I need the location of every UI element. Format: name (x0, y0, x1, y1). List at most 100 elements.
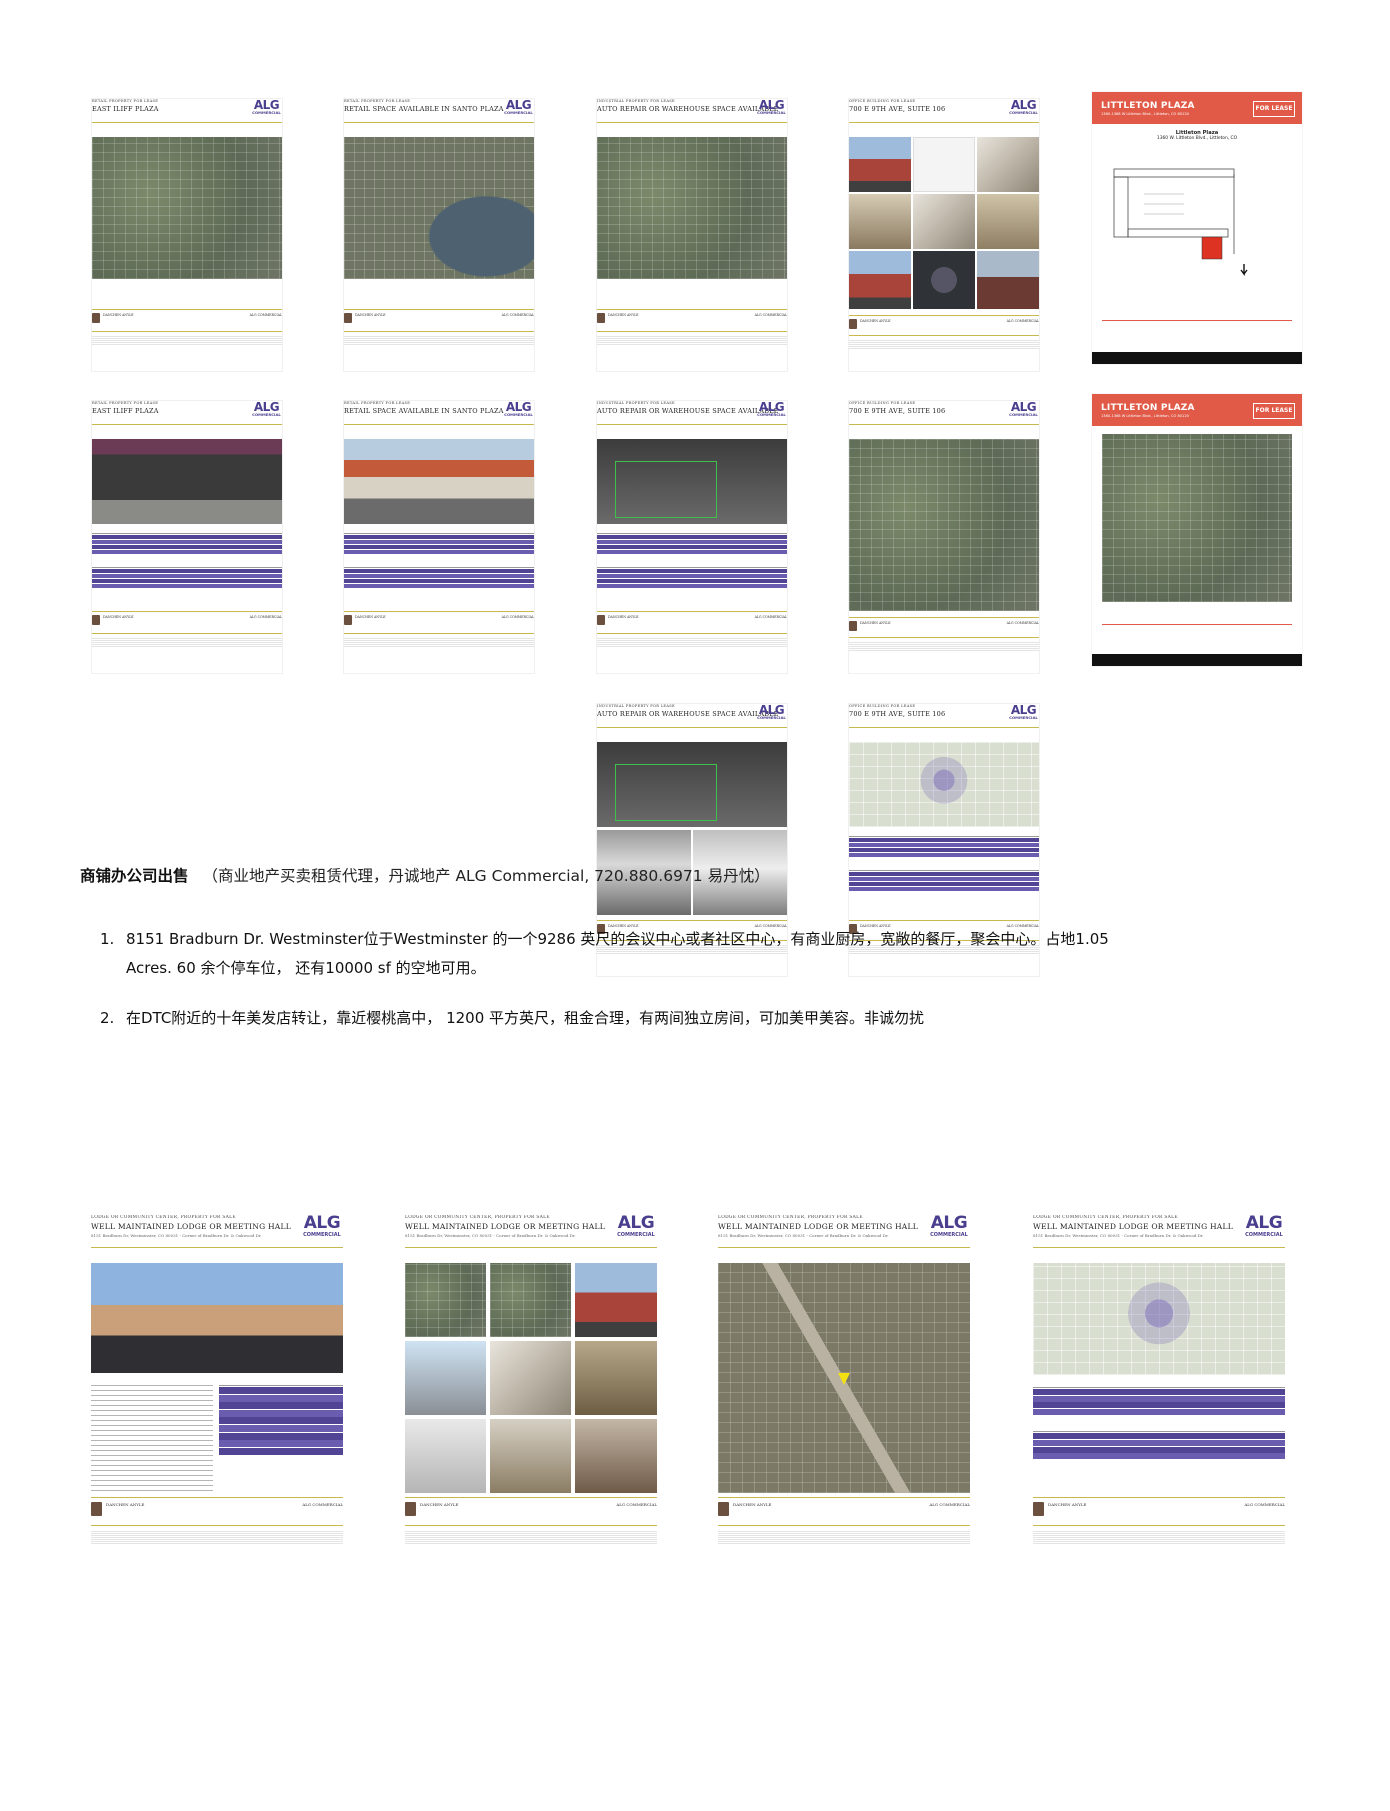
flyer-title: 700 E 9TH AVE, SUITE 106 (849, 105, 946, 113)
flyer-address: 8151 Bradburn Dr, Westminster, CO 80031 … (1033, 1233, 1204, 1238)
flyer-title: 700 E 9TH AVE, SUITE 106 (849, 407, 946, 415)
littleton-address: 1360-1368 W Littleton Blvd., Littleton, … (1101, 414, 1189, 418)
storefront-photo (344, 439, 534, 524)
section-heading: 商铺办公司出售 （商业地产买卖租赁代理，丹诚地产 ALG Commercial, … (80, 864, 770, 886)
agent-name: DANCHEN ANYLE (355, 313, 386, 317)
heading-bold: 商铺办公司出售 (80, 867, 189, 885)
littleton-aerial-photo (1102, 434, 1292, 602)
flyer-category: LODGE OR COMMUNITY CENTER, PROPERTY FOR … (1033, 1215, 1178, 1220)
parcel-aerial-photo (597, 439, 787, 524)
agent-brand: ALG COMMERCIAL (302, 1502, 343, 1507)
agent-name: DANCHEN ANYLE (103, 313, 134, 317)
agent-brand: ALG COMMERCIAL (249, 615, 282, 619)
agent-brand: ALG COMMERCIAL (754, 313, 787, 317)
agent-name: DANCHEN ANYLE (106, 1502, 145, 1507)
agent-photo (91, 1502, 102, 1516)
flyer-east-iliff-storefront: RETAIL PROPERTY FOR LEASE EAST ILIFF PLA… (91, 400, 283, 674)
radius-map (1033, 1263, 1285, 1375)
flyer-category: OFFICE BUILDING FOR LEASE (849, 99, 916, 103)
for-lease-badge: FOR LEASE (1253, 101, 1295, 117)
flyer-santo-plaza-aerial: RETAIL PROPERTY FOR LEASE RETAIL SPACE A… (343, 98, 535, 372)
flyer-lodge-demographics: LODGE OR COMMUNITY CENTER, PROPERTY FOR … (1033, 1215, 1285, 1560)
agent-photo (1033, 1502, 1044, 1516)
flyer-category: RETAIL PROPERTY FOR LEASE (92, 99, 159, 103)
alg-logo: ALG COMMERCIAL (930, 1215, 968, 1238)
agent-brand: ALG COMMERCIAL (501, 615, 534, 619)
agent-photo (597, 615, 605, 625)
agent-photo (849, 319, 857, 329)
alg-logo: ALG COMMERCIAL (757, 400, 786, 417)
list-item-number: 1. (100, 930, 115, 948)
littleton-title: LITTLETON PLAZA (1101, 403, 1195, 413)
aerial-map-image (849, 439, 1039, 611)
alg-logo: ALG COMMERCIAL (504, 98, 533, 115)
flyer-category: INDUSTRIAL PROPERTY FOR LEASE (597, 401, 675, 405)
photo-collage (849, 137, 1039, 309)
list-item-text: 在DTC附近的十年美发店转让，靠近樱桃高中， 1200 平方英尺，租金合理，有两… (126, 1009, 925, 1027)
flyer-title: AUTO REPAIR OR WAREHOUSE SPACE AVAILABLE (597, 710, 779, 718)
alg-logo: ALG COMMERCIAL (504, 400, 533, 417)
radius-map (849, 742, 1039, 827)
property-description (91, 1381, 213, 1491)
flyer-east-iliff-aerial: RETAIL PROPERTY FOR LEASE EAST ILIFF PLA… (91, 98, 283, 372)
agent-name: DANCHEN ANYLE (860, 319, 891, 323)
agent-photo (344, 313, 352, 323)
flyer-title: EAST ILIFF PLAZA (92, 105, 159, 113)
flyer-littleton-plaza-aerial: LITTLETON PLAZA 1360-1368 W Littleton Bl… (1092, 394, 1302, 666)
flyer-lodge-aerial: LODGE OR COMMUNITY CENTER, PROPERTY FOR … (718, 1215, 970, 1560)
flyer-title: RETAIL SPACE AVAILABLE IN SANTO PLAZA (344, 407, 504, 415)
for-lease-badge: FOR LEASE (1253, 403, 1295, 419)
flyer-category: OFFICE BUILDING FOR LEASE (849, 401, 916, 405)
agent-brand: ALG COMMERCIAL (929, 1502, 970, 1507)
flyer-category: LODGE OR COMMUNITY CENTER, PROPERTY FOR … (91, 1215, 236, 1220)
flyer-category: RETAIL PROPERTY FOR LEASE (344, 401, 411, 405)
flyer-category: INDUSTRIAL PROPERTY FOR LEASE (597, 99, 675, 103)
agent-photo (92, 615, 100, 625)
flyer-9th-ave-photos: OFFICE BUILDING FOR LEASE 700 E 9TH AVE,… (848, 98, 1040, 372)
flyer-title: EAST ILIFF PLAZA (92, 407, 159, 415)
aerial-map-image (344, 137, 534, 279)
alg-logo: ALG COMMERCIAL (1245, 1215, 1283, 1238)
alg-logo: ALG COMMERCIAL (303, 1215, 341, 1238)
flyer-9th-ave-aerial: OFFICE BUILDING FOR LEASE 700 E 9TH AVE,… (848, 400, 1040, 674)
agent-name: DANCHEN ANYLE (1048, 1502, 1087, 1507)
aerial-map-image (597, 137, 787, 279)
agent-name: DANCHEN ANYLE (608, 615, 639, 619)
agent-name: DANCHEN ANYLE (103, 615, 134, 619)
agent-brand: ALG COMMERCIAL (249, 313, 282, 317)
agent-name: DANCHEN ANYLE (608, 313, 639, 317)
flyer-santo-plaza-storefront: RETAIL PROPERTY FOR LEASE RETAIL SPACE A… (343, 400, 535, 674)
flyer-category: LODGE OR COMMUNITY CENTER, PROPERTY FOR … (718, 1215, 863, 1220)
site-plan-caption: Littleton Plaza 1360 W. Littleton Blvd., … (1156, 130, 1238, 141)
littleton-address: 1360-1368 W Littleton Blvd., Littleton, … (1101, 112, 1189, 116)
alg-logo: ALG COMMERCIAL (617, 1215, 655, 1238)
list-item-number: 2. (100, 1009, 115, 1027)
agent-photo (718, 1502, 729, 1516)
flyer-littleton-plaza-siteplan: LITTLETON PLAZA 1360-1368 W Littleton Bl… (1092, 92, 1302, 364)
agent-name: DANCHEN ANYLE (420, 1502, 459, 1507)
agent-brand: ALG COMMERCIAL (1244, 1502, 1285, 1507)
flyer-title: WELL MAINTAINED LODGE OR MEETING HALL (1033, 1222, 1233, 1231)
aerial-map-image (92, 137, 282, 279)
agent-brand: ALG COMMERCIAL (501, 313, 534, 317)
agent-brand: ALG COMMERCIAL (1006, 319, 1039, 323)
flyer-address: 8151 Bradburn Dr, Westminster, CO 80031 … (91, 1233, 262, 1238)
agent-photo (405, 1502, 416, 1516)
flyer-title: RETAIL SPACE AVAILABLE IN SANTO PLAZA (344, 105, 504, 113)
flyer-category: RETAIL PROPERTY FOR LEASE (344, 99, 411, 103)
flyer-title: WELL MAINTAINED LODGE OR MEETING HALL (718, 1222, 918, 1231)
alg-logo: ALG COMMERCIAL (1009, 98, 1038, 115)
flyer-category: LODGE OR COMMUNITY CENTER, PROPERTY FOR … (405, 1215, 550, 1220)
agent-photo (344, 615, 352, 625)
flyer-auto-repair-aerial: INDUSTRIAL PROPERTY FOR LEASE AUTO REPAI… (596, 98, 788, 372)
building-photo (91, 1263, 343, 1373)
flyer-title: WELL MAINTAINED LODGE OR MEETING HALL (405, 1222, 605, 1231)
littleton-title: LITTLETON PLAZA (1101, 101, 1195, 111)
site-plan-drawing (1113, 168, 1248, 277)
demographics-table (597, 529, 787, 589)
list-item-text: 8151 Bradburn Dr. Westminster位于Westminst… (126, 930, 1109, 977)
agent-brand: ALG COMMERCIAL (1006, 621, 1039, 625)
flyer-lodge-photos: LODGE OR COMMUNITY CENTER, PROPERTY FOR … (405, 1215, 657, 1560)
alg-logo: ALG COMMERCIAL (1009, 703, 1038, 720)
flyer-lodge-building: LODGE OR COMMUNITY CENTER, PROPERTY FOR … (91, 1215, 343, 1560)
